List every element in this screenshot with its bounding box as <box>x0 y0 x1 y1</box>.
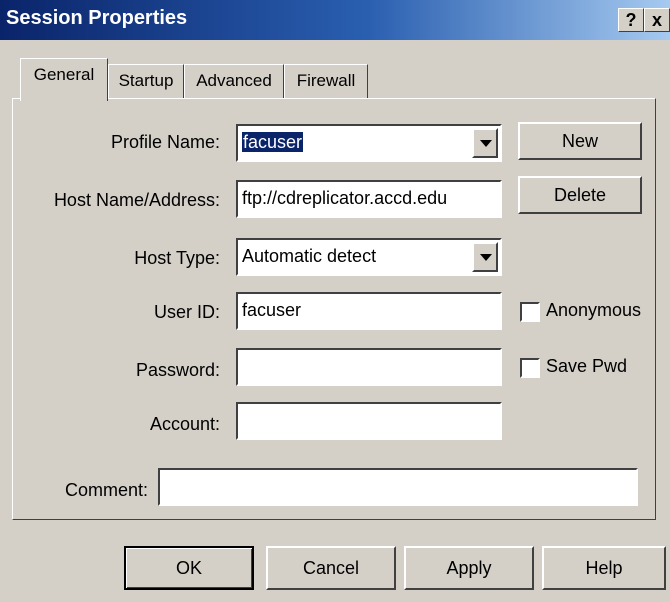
help-footer-button[interactable]: Help <box>542 546 666 590</box>
save-pwd-label: Save Pwd <box>546 356 628 376</box>
account-label: Account: <box>149 414 220 434</box>
host-type-label: Host Type: <box>134 248 220 268</box>
profile-name-value: facuser <box>242 132 304 152</box>
host-type-value: Automatic detect <box>242 246 377 266</box>
profile-name-label: Profile Name: <box>110 132 220 152</box>
close-button[interactable]: x <box>644 8 670 32</box>
comment-label: Comment: <box>64 480 148 500</box>
host-name-field[interactable]: ftp://cdreplicator.accd.edu <box>236 180 502 218</box>
apply-button[interactable]: Apply <box>404 546 534 590</box>
new-button[interactable]: New <box>518 122 642 160</box>
tab-firewall[interactable]: Firewall <box>284 64 368 99</box>
account-field[interactable] <box>236 402 502 440</box>
host-name-label: Host Name/Address: <box>53 190 220 210</box>
tab-startup[interactable]: Startup <box>108 64 184 99</box>
help-button[interactable]: ? <box>618 8 644 32</box>
host-type-dropdown-button[interactable] <box>472 242 498 272</box>
tab-advanced[interactable]: Advanced <box>184 64 284 99</box>
comment-field[interactable] <box>158 468 638 506</box>
chevron-down-icon <box>480 140 492 147</box>
window-title: Session Properties <box>6 7 188 29</box>
password-label: Password: <box>135 360 220 380</box>
delete-button[interactable]: Delete <box>518 176 642 214</box>
anonymous-label: Anonymous <box>546 300 642 320</box>
profile-name-dropdown-button[interactable] <box>472 128 498 158</box>
cancel-button[interactable]: Cancel <box>266 546 396 590</box>
host-type-dropdown[interactable]: Automatic detect <box>236 238 502 276</box>
title-bar: Session Properties ? x <box>0 0 670 40</box>
user-id-label: User ID: <box>153 302 220 322</box>
ok-button[interactable]: OK <box>124 546 254 590</box>
anonymous-checkbox[interactable] <box>520 302 540 322</box>
user-id-field[interactable]: facuser <box>236 292 502 330</box>
profile-name-dropdown[interactable]: facuser <box>236 124 502 162</box>
tab-general[interactable]: General <box>20 58 108 101</box>
chevron-down-icon <box>480 254 492 261</box>
save-pwd-checkbox[interactable] <box>520 358 540 378</box>
password-field[interactable] <box>236 348 502 386</box>
